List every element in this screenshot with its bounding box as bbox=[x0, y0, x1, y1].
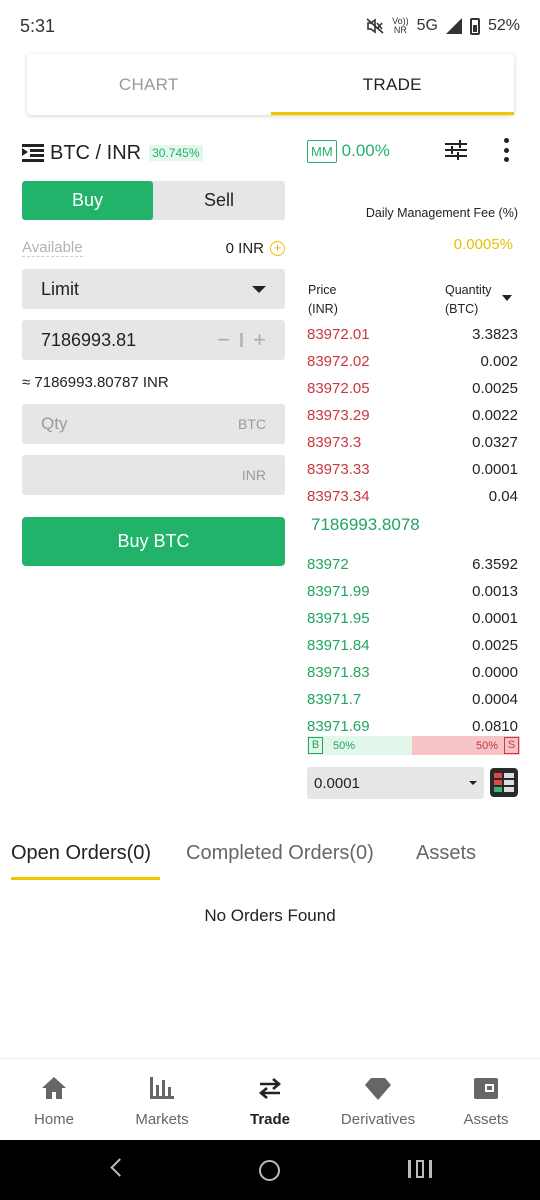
price-column-header: Price (INR) bbox=[308, 283, 338, 316]
bid-list: 83972 6.3592 83971.99 0.0013 83971.95 0.000… bbox=[307, 551, 518, 740]
pair-name[interactable]: BTC / INR bbox=[50, 142, 141, 165]
depth-precision-select[interactable]: 0.0001 bbox=[307, 767, 484, 799]
nav-home[interactable]: Home bbox=[0, 1059, 108, 1140]
home-icon bbox=[42, 1077, 66, 1099]
bid-row[interactable]: 83971.83 0.0000 bbox=[307, 659, 518, 686]
bid-row[interactable]: 83971.99 0.0013 bbox=[307, 578, 518, 605]
orderbook-header: Price (INR) Quantity (BTC) bbox=[307, 281, 518, 321]
nav-assets[interactable]: Assets bbox=[432, 1059, 540, 1140]
fee-value: 0.0005% bbox=[453, 236, 513, 253]
sort-caret-icon[interactable] bbox=[502, 295, 512, 301]
approx-value: ≈ 7186993.80787 INR bbox=[22, 374, 169, 391]
bid-row[interactable]: 83972 6.3592 bbox=[307, 551, 518, 578]
status-bar: 5:31 Vo)) NR 5G 52% bbox=[0, 0, 540, 52]
bid-row[interactable]: 83971.95 0.0001 bbox=[307, 605, 518, 632]
buy-ratio: B 50% bbox=[307, 736, 412, 755]
battery-level: 52% bbox=[487, 17, 520, 34]
signal-icon bbox=[445, 18, 462, 34]
chevron-down-icon bbox=[469, 781, 477, 785]
ask-row[interactable]: 83972.02 0.002 bbox=[307, 348, 518, 375]
fee-label: Daily Management Fee (%) bbox=[365, 206, 518, 220]
tab-chart[interactable]: CHART bbox=[27, 54, 271, 115]
depth-value: 0.0001 bbox=[314, 774, 360, 792]
price-value[interactable]: 7186993.81 bbox=[41, 330, 136, 351]
orders-tabs: Open Orders(0) Completed Orders(0) Asset… bbox=[0, 836, 540, 884]
swap-arrows-icon bbox=[258, 1078, 282, 1099]
buy-ratio-tag: B bbox=[308, 737, 323, 754]
bid-row[interactable]: 83971.84 0.0025 bbox=[307, 632, 518, 659]
buy-sell-ratio-bar: B 50% 50% S bbox=[307, 736, 520, 755]
quantity-column-header[interactable]: Quantity (BTC) bbox=[445, 281, 492, 319]
qty-input[interactable]: Qty BTC bbox=[22, 404, 285, 444]
ask-row[interactable]: 83972.05 0.0025 bbox=[307, 375, 518, 402]
order-type-select[interactable]: Limit bbox=[22, 269, 285, 309]
sell-tab-button[interactable]: Sell bbox=[153, 181, 285, 220]
total-unit: INR bbox=[241, 467, 266, 483]
menu-list-icon[interactable] bbox=[22, 143, 44, 163]
bid-row[interactable]: 83971.7 0.0004 bbox=[307, 686, 518, 713]
home-circle-icon[interactable] bbox=[259, 1160, 280, 1181]
sliders-icon[interactable] bbox=[445, 140, 467, 160]
ask-row[interactable]: 83973.34 0.04 bbox=[307, 483, 518, 510]
nav-markets[interactable]: Markets bbox=[108, 1059, 216, 1140]
ask-row[interactable]: 83972.01 3.3823 bbox=[307, 321, 518, 348]
empty-orders-message: No Orders Found bbox=[204, 906, 336, 925]
orderbook-layout-icon[interactable] bbox=[490, 768, 518, 797]
stepper-divider bbox=[240, 333, 244, 347]
available-value: 0 INR bbox=[225, 239, 264, 257]
diamond-icon bbox=[365, 1078, 391, 1100]
tab-completed-orders[interactable]: Completed Orders(0) bbox=[186, 842, 374, 865]
ask-list: 83972.01 3.3823 83972.02 0.002 83972.05 0.0… bbox=[307, 321, 518, 510]
chart-trade-tabs: CHART TRADE bbox=[27, 54, 514, 115]
pair-selector[interactable]: BTC / INR 30.745% bbox=[22, 136, 290, 170]
more-options-icon[interactable] bbox=[503, 138, 509, 162]
available-label: Available bbox=[22, 239, 83, 257]
sell-ratio-tag: S bbox=[504, 737, 519, 754]
bottom-navigation: Home Markets Trade Derivatives Assets bbox=[0, 1058, 540, 1140]
price-stepper: − + bbox=[217, 327, 266, 353]
system-navigation-bar bbox=[0, 1140, 540, 1200]
mm-badge[interactable]: MM bbox=[307, 139, 337, 163]
active-tab-indicator bbox=[11, 877, 160, 880]
buy-sell-toggle: Buy Sell bbox=[22, 181, 285, 220]
back-icon[interactable] bbox=[110, 1158, 129, 1177]
mm-row: MM 0.00% bbox=[307, 136, 520, 166]
chevron-down-icon bbox=[252, 285, 266, 293]
mid-price[interactable]: 7186993.8078 bbox=[311, 515, 420, 535]
mm-value: 0.00% bbox=[341, 141, 390, 160]
mute-icon bbox=[366, 18, 384, 34]
tab-assets[interactable]: Assets bbox=[416, 842, 476, 865]
add-funds-icon[interactable]: + bbox=[270, 240, 285, 256]
plus-icon[interactable]: + bbox=[253, 327, 266, 353]
ask-row[interactable]: 83973.33 0.0001 bbox=[307, 456, 518, 483]
qty-unit: BTC bbox=[238, 416, 266, 432]
status-time: 5:31 bbox=[20, 15, 56, 36]
nav-trade[interactable]: Trade bbox=[216, 1059, 324, 1140]
price-input[interactable]: 7186993.81 − + bbox=[22, 320, 285, 360]
tab-trade[interactable]: TRADE bbox=[270, 54, 515, 115]
sell-ratio: 50% S bbox=[412, 736, 520, 755]
battery-icon bbox=[469, 17, 480, 35]
pair-change-badge: 30.745% bbox=[149, 145, 203, 161]
status-icons: Vo)) NR 5G 52% bbox=[366, 17, 520, 35]
volte-icon: Vo)) NR bbox=[392, 16, 409, 35]
total-input[interactable]: INR bbox=[22, 455, 285, 495]
minus-icon[interactable]: − bbox=[217, 327, 230, 353]
buy-tab-button[interactable]: Buy bbox=[22, 181, 153, 220]
recent-apps-icon[interactable] bbox=[408, 1160, 432, 1178]
buy-ratio-value: 50% bbox=[333, 739, 356, 752]
ask-row[interactable]: 83973.29 0.0022 bbox=[307, 402, 518, 429]
order-type-value: Limit bbox=[41, 278, 80, 299]
qty-placeholder: Qty bbox=[41, 414, 68, 433]
network-type: 5G bbox=[416, 17, 438, 34]
ask-row[interactable]: 83973.3 0.0327 bbox=[307, 429, 518, 456]
tab-open-orders[interactable]: Open Orders(0) bbox=[11, 842, 151, 865]
bar-chart-icon bbox=[150, 1077, 174, 1099]
sell-ratio-value: 50% bbox=[475, 739, 498, 752]
wallet-icon bbox=[474, 1078, 498, 1099]
available-balance: Available 0 INR + bbox=[22, 236, 285, 260]
nav-derivatives[interactable]: Derivatives bbox=[324, 1059, 432, 1140]
buy-btc-button[interactable]: Buy BTC bbox=[22, 517, 285, 566]
